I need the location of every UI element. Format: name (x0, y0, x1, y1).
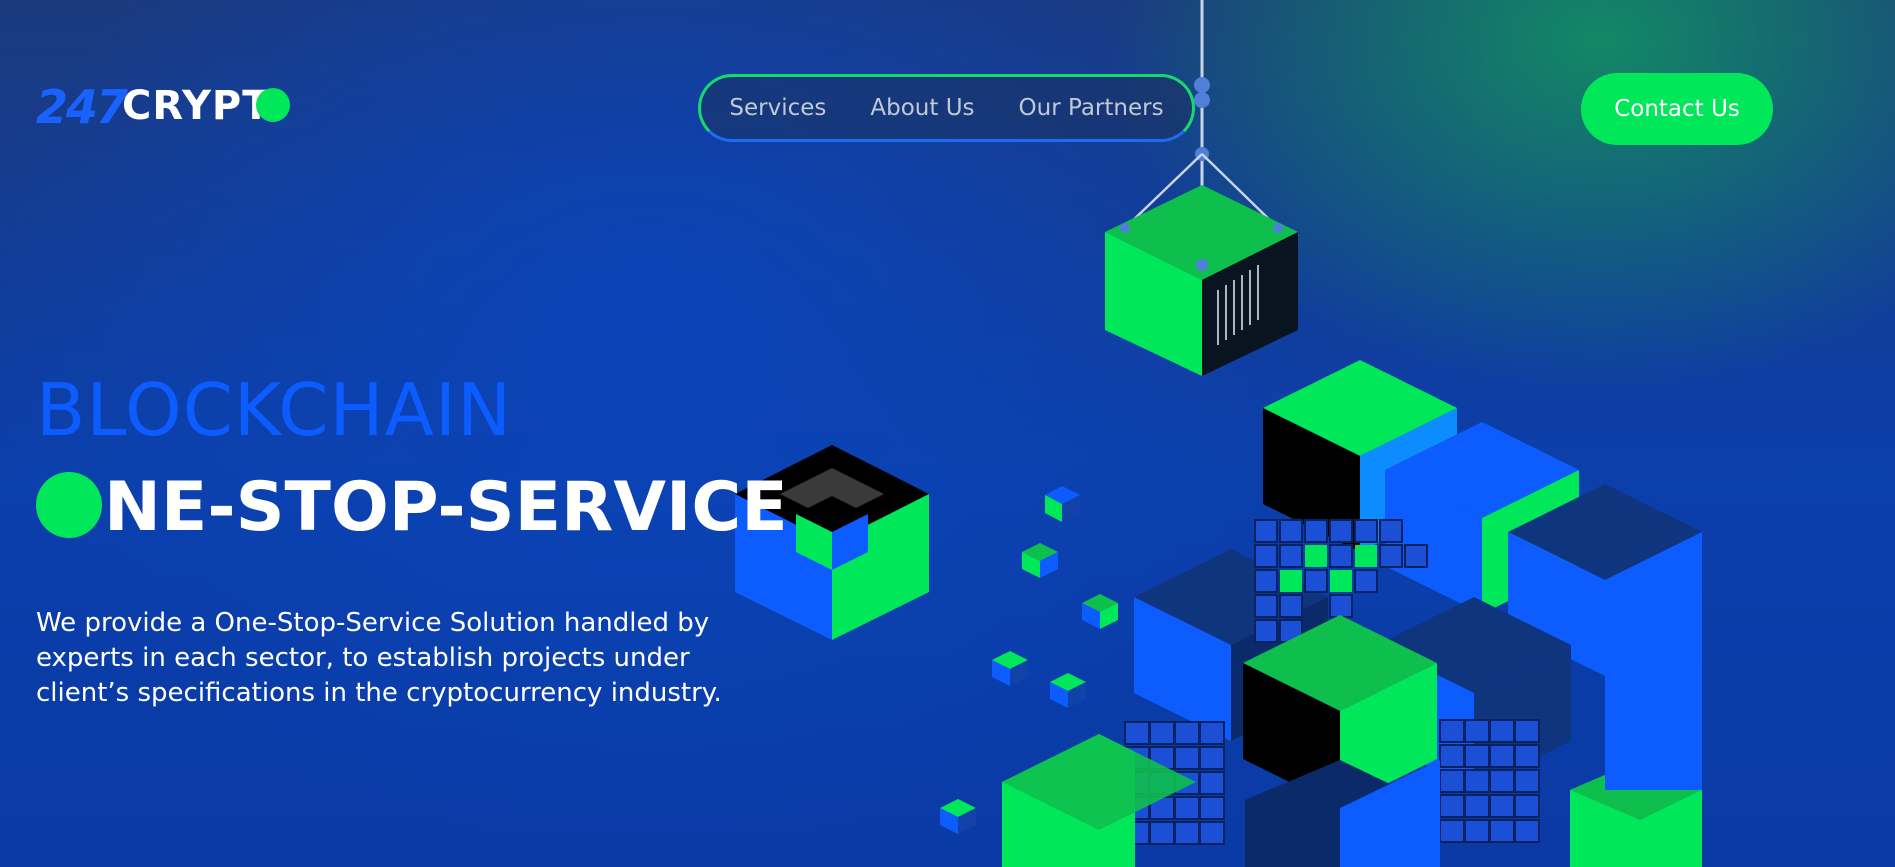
hero-description: We provide a One-Stop-Service Solution h… (36, 608, 722, 708)
hero-title-line2-text: NE-STOP-SERVICE (104, 468, 788, 547)
hero-title-line1: BLOCKCHAIN (36, 368, 512, 452)
hanging-cube (1105, 185, 1298, 376)
o-circle-icon (36, 472, 102, 538)
